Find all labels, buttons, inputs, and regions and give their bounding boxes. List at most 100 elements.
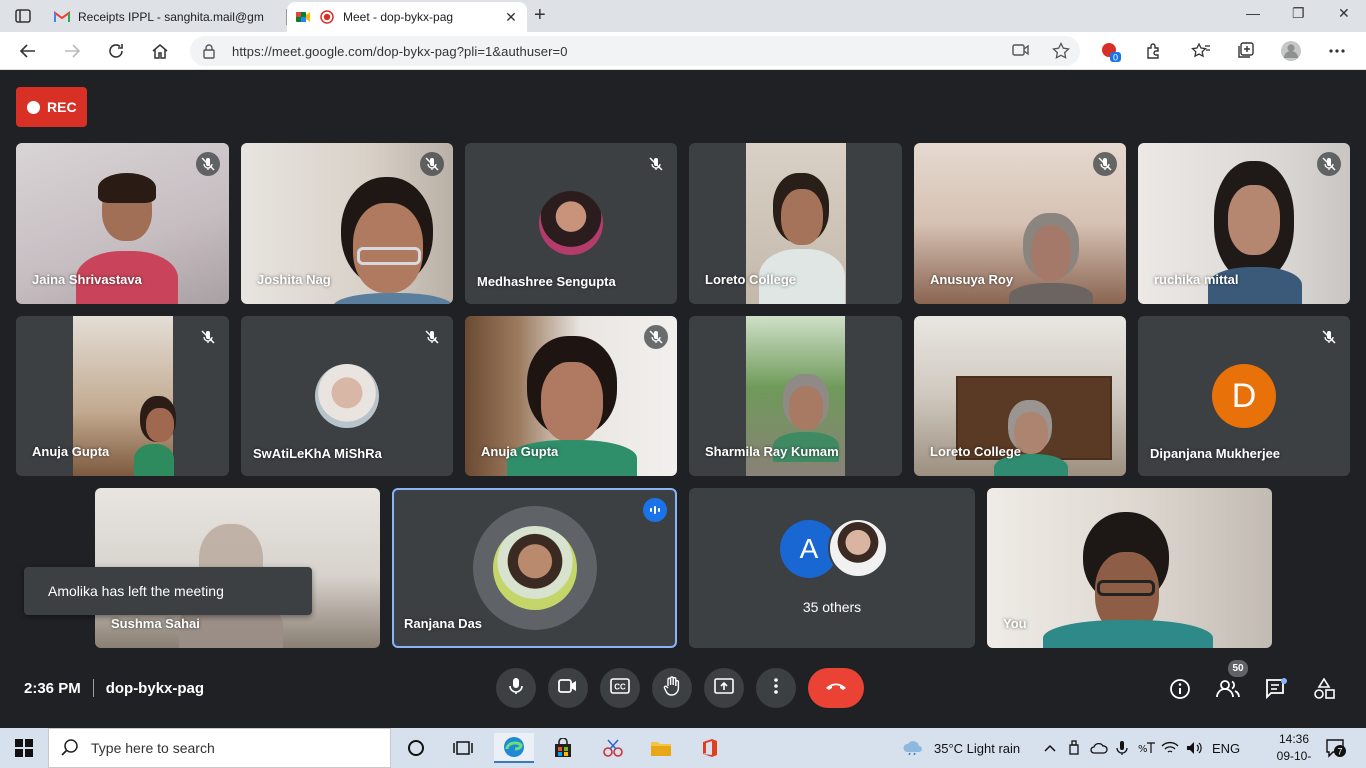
input-method-icon[interactable]: % — [1138, 728, 1156, 768]
microphone-button[interactable] — [496, 668, 536, 708]
lock-icon[interactable] — [202, 43, 216, 64]
taskbar-clock[interactable]: 14:36 09-10-2021 — [1264, 731, 1324, 768]
participant-tile[interactable]: Loreto College — [914, 316, 1126, 476]
edge-taskbar-icon[interactable] — [494, 733, 534, 763]
mic-off-icon — [644, 152, 668, 176]
recording-indicator-icon — [319, 9, 335, 25]
meeting-details-icon[interactable] — [1167, 676, 1193, 702]
task-view-icon[interactable] — [443, 733, 483, 763]
participant-name: You — [1003, 616, 1027, 631]
participant-tile-speaking[interactable]: Ranjana Das — [392, 488, 677, 648]
mic-tray-icon[interactable] — [1116, 728, 1128, 768]
cortana-icon[interactable] — [396, 733, 436, 763]
others-tile[interactable]: A 35 others — [689, 488, 975, 648]
wifi-icon[interactable] — [1161, 728, 1179, 768]
minimize-icon[interactable]: — — [1246, 5, 1260, 21]
activities-icon[interactable] — [1311, 676, 1337, 702]
leave-call-button[interactable] — [808, 668, 864, 708]
participant-tile[interactable]: Joshita Nag — [241, 143, 453, 304]
mic-off-icon — [644, 325, 668, 349]
store-taskbar-icon[interactable] — [543, 733, 583, 763]
mic-off-icon — [420, 152, 444, 176]
participant-tile[interactable]: SwAtiLeKhA MiShRa — [241, 316, 453, 476]
more-options-icon[interactable] — [1326, 40, 1348, 62]
clock-time: 14:36 — [1278, 732, 1310, 746]
clock-date: 09-10-2021 — [1276, 749, 1312, 768]
search-placeholder: Type here to search — [91, 740, 215, 756]
back-icon[interactable] — [17, 40, 39, 62]
extension-icon[interactable]: 0 — [1099, 40, 1121, 62]
camera-in-use-icon[interactable] — [1012, 43, 1030, 62]
participant-name: Anusuya Roy — [930, 272, 1014, 287]
captions-button[interactable]: CC — [600, 668, 640, 708]
onedrive-icon[interactable] — [1090, 728, 1108, 768]
usb-icon[interactable] — [1068, 728, 1080, 768]
mic-off-icon — [1317, 325, 1341, 349]
participant-tile[interactable]: Medhashree Sengupta — [465, 143, 677, 304]
participant-tile[interactable]: Anuja Gupta — [465, 316, 677, 476]
hand-icon — [663, 675, 681, 701]
browser-tab-bar: Receipts IPPL - sanghita.mail@gm Meet - … — [0, 0, 1366, 32]
participant-tile[interactable]: D Dipanjana Mukherjee — [1138, 316, 1350, 476]
gmail-icon — [54, 9, 70, 25]
participant-tile[interactable]: Anuja Gupta — [16, 316, 229, 476]
end-call-icon — [824, 679, 848, 697]
self-tile[interactable]: You — [987, 488, 1272, 648]
weather-widget[interactable]: 35°C Light rain — [902, 728, 1020, 768]
participant-tile[interactable]: ruchika mittal — [1138, 143, 1350, 304]
new-tab-icon[interactable]: + — [534, 4, 546, 27]
forward-icon[interactable] — [61, 40, 83, 62]
volume-icon[interactable] — [1186, 728, 1204, 768]
participant-tile[interactable]: Loreto College — [689, 143, 902, 304]
favorites-icon[interactable] — [1190, 40, 1212, 62]
participant-name: Loreto College — [930, 444, 1022, 459]
show-hidden-icons[interactable] — [1044, 728, 1056, 768]
weather-text: 35°C Light rain — [934, 740, 1021, 756]
windows-start-icon[interactable] — [0, 728, 48, 768]
windows-taskbar: Type here to search 35°C Light rain % EN… — [0, 728, 1366, 768]
meeting-info: 2:36 PM dop-bykx-pag — [24, 679, 204, 697]
more-options-button[interactable] — [756, 668, 796, 708]
profile-avatar-icon[interactable] — [1280, 40, 1302, 62]
tab-meet[interactable]: Meet - dop-bykx-pag ✕ — [287, 2, 527, 32]
meeting-code: dop-bykx-pag — [105, 679, 205, 697]
participant-name: Sharmila Ray Kumam — [705, 444, 839, 459]
close-tab-icon[interactable]: ✕ — [503, 9, 519, 26]
present-screen-button[interactable] — [704, 668, 744, 708]
restore-icon[interactable]: ❐ — [1292, 5, 1305, 22]
taskbar-search-box[interactable]: Type here to search — [48, 728, 391, 768]
close-window-icon[interactable]: ✕ — [1338, 5, 1350, 22]
notification-count: 7 — [1337, 747, 1342, 757]
notification-center-icon[interactable]: 7 — [1325, 728, 1347, 768]
raise-hand-button[interactable] — [652, 668, 692, 708]
snipping-tool-icon[interactable] — [593, 733, 633, 763]
address-bar[interactable]: https://meet.google.com/dop-bykx-pag?pli… — [190, 36, 1080, 66]
home-icon[interactable] — [149, 40, 171, 62]
mic-off-icon — [1093, 152, 1117, 176]
participant-avatar — [539, 191, 603, 255]
captions-icon: CC — [610, 677, 630, 699]
participant-avatar — [493, 526, 577, 610]
language-indicator[interactable]: ENG — [1212, 728, 1240, 768]
tab-gmail[interactable]: Receipts IPPL - sanghita.mail@gm — [46, 2, 286, 32]
participant-tile[interactable]: Anusuya Roy — [914, 143, 1126, 304]
participant-tile[interactable]: Sharmila Ray Kumam — [689, 316, 902, 476]
camera-button[interactable] — [548, 668, 588, 708]
add-favorite-icon[interactable] — [1052, 42, 1070, 65]
office-icon[interactable] — [690, 733, 730, 763]
collections-icon[interactable] — [1234, 40, 1256, 62]
participant-tile[interactable]: Jaina Shrivastava — [16, 143, 229, 304]
reload-icon[interactable] — [105, 40, 127, 62]
url-text: https://meet.google.com/dop-bykx-pag?pli… — [232, 44, 568, 59]
people-icon[interactable] — [1215, 676, 1241, 702]
meet-icon — [295, 9, 311, 25]
sidebar-toggle-icon[interactable] — [10, 6, 36, 26]
participant-avatar — [828, 518, 888, 578]
mic-off-icon — [420, 325, 444, 349]
mic-off-icon — [196, 152, 220, 176]
meeting-time: 2:36 PM — [24, 679, 81, 697]
chat-icon[interactable] — [1263, 676, 1289, 702]
file-explorer-icon[interactable] — [641, 733, 681, 763]
extensions-icon[interactable] — [1143, 40, 1165, 62]
mic-off-icon — [196, 325, 220, 349]
